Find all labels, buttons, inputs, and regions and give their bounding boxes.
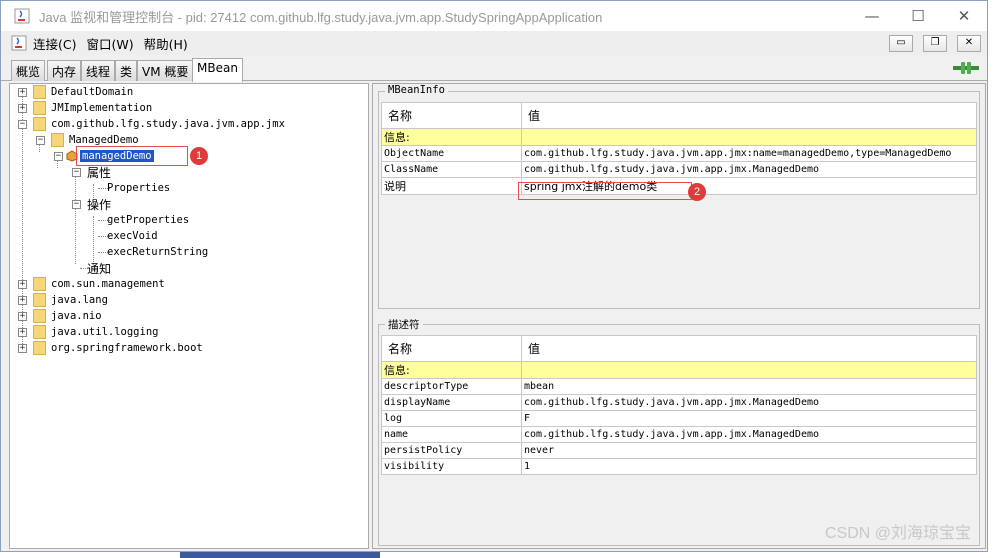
tree-operation-item[interactable]: getProperties	[107, 212, 189, 228]
background-taskbar-fragment	[180, 552, 380, 558]
table-header-row: 名称 值	[381, 102, 977, 129]
info-row: 信息:	[381, 361, 977, 379]
menu-connect[interactable]: 连接(C)	[33, 34, 76, 53]
collapse-icon[interactable]: −	[72, 199, 81, 209]
info-row: 信息:	[381, 128, 977, 146]
table-header-row: 名称 值	[381, 335, 977, 362]
folder-icon	[33, 85, 46, 99]
column-header-name: 名称	[381, 102, 522, 129]
watermark: CSDN @刘海琼宝宝	[824, 525, 971, 542]
menu-window[interactable]: 窗口(W)	[86, 34, 133, 53]
folder-icon	[33, 277, 46, 291]
maximize-button[interactable]: ☐	[895, 1, 941, 31]
tab-bar: 概览 内存 线程 类 VM 概要 MBean	[1, 57, 987, 82]
expand-icon[interactable]: +	[18, 103, 27, 113]
tab-vm-summary[interactable]: VM 概要	[137, 60, 194, 81]
expand-icon[interactable]: +	[18, 87, 27, 97]
tree-domain[interactable]: + JMImplementation	[18, 100, 152, 116]
folder-icon	[33, 101, 46, 115]
expand-icon[interactable]: +	[18, 311, 27, 321]
tree-operation-item[interactable]: execReturnString	[107, 244, 208, 260]
close-button[interactable]: ✕	[941, 1, 987, 31]
collapse-icon[interactable]: −	[36, 135, 45, 145]
tree-attributes[interactable]: − 属性	[72, 164, 111, 180]
title-bar: Java 监视和管理控制台 - pid: 27412 com.github.lf…	[1, 1, 987, 31]
expand-icon[interactable]: +	[18, 343, 27, 353]
inner-restore-button[interactable]: ❐	[923, 35, 947, 52]
window-title: Java 监视和管理控制台 - pid: 27412 com.github.lf…	[39, 9, 603, 25]
java-coffee-icon	[14, 8, 30, 24]
mbean-tree: + DefaultDomain + JMImplementation − com…	[9, 83, 369, 549]
mbean-detail-pane: MBeanInfo 名称 值 信息: ObjectName com.github…	[372, 83, 986, 549]
folder-icon	[33, 293, 46, 307]
tree-domain[interactable]: + java.nio	[18, 308, 102, 324]
inner-close-button[interactable]: ✕	[957, 35, 981, 52]
annotation-highlight-2	[518, 182, 692, 200]
table-row[interactable]: persistPolicy never	[381, 442, 977, 459]
tree-domain[interactable]: + com.sun.management	[18, 276, 165, 292]
tab-threads[interactable]: 线程	[81, 60, 116, 81]
table-row[interactable]: ObjectName com.github.lfg.study.java.jvm…	[381, 145, 977, 162]
tab-overview[interactable]: 概览	[11, 60, 46, 81]
descriptor-group: 描述符 名称 值 信息: descriptorType mbean displa…	[378, 317, 980, 546]
connection-status-icon	[953, 62, 979, 74]
tree-domain[interactable]: − com.github.lfg.study.java.jvm.app.jmx	[18, 116, 285, 132]
tree-attribute-item[interactable]: Properties	[107, 180, 170, 196]
collapse-icon[interactable]: −	[54, 151, 63, 161]
column-header-value: 值	[521, 335, 977, 362]
tree-domain[interactable]: + java.util.logging	[18, 324, 158, 340]
table-row[interactable]: visibility 1	[381, 458, 977, 475]
inner-minimize-button[interactable]: ▭	[889, 35, 913, 52]
tree-operations[interactable]: − 操作	[72, 196, 111, 212]
tab-mbean[interactable]: MBean	[192, 58, 243, 82]
mbeaninfo-title: MBeanInfo	[385, 84, 448, 96]
tree-domain[interactable]: + org.springframework.boot	[18, 340, 203, 356]
menu-bar: 连接(C) 窗口(W) 帮助(H)	[1, 31, 987, 55]
expand-icon[interactable]: +	[18, 279, 27, 289]
folder-icon	[33, 325, 46, 339]
column-header-name: 名称	[381, 335, 522, 362]
tree-notifications[interactable]: 通知	[87, 260, 111, 276]
folder-open-icon	[51, 133, 64, 147]
minimize-button[interactable]: —	[849, 1, 895, 31]
background-window-edge	[988, 0, 996, 558]
expand-icon[interactable]: +	[18, 295, 27, 305]
table-row[interactable]: displayName com.github.lfg.study.java.jv…	[381, 394, 977, 411]
java-coffee-icon	[11, 35, 27, 51]
annotation-badge-2: 2	[688, 183, 706, 201]
tree-domain[interactable]: + DefaultDomain	[18, 84, 133, 100]
column-header-value: 值	[521, 102, 977, 129]
table-row[interactable]: log F	[381, 410, 977, 427]
collapse-icon[interactable]: −	[18, 119, 27, 129]
expand-icon[interactable]: +	[18, 327, 27, 337]
annotation-badge-1: 1	[190, 147, 208, 165]
descriptor-table: 名称 值 信息: descriptorType mbean displayNam…	[381, 335, 977, 475]
tree-domain[interactable]: + java.lang	[18, 292, 108, 308]
descriptor-title: 描述符	[385, 317, 423, 332]
mbeaninfo-group: MBeanInfo 名称 值 信息: ObjectName com.github…	[378, 84, 980, 309]
menu-help[interactable]: 帮助(H)	[144, 34, 188, 53]
folder-open-icon	[33, 117, 46, 131]
tree-operation-item[interactable]: execVoid	[107, 228, 158, 244]
tab-memory[interactable]: 内存	[47, 60, 82, 81]
table-row[interactable]: name com.github.lfg.study.java.jvm.app.j…	[381, 426, 977, 443]
folder-icon	[33, 341, 46, 355]
tab-classes[interactable]: 类	[115, 60, 138, 81]
table-row[interactable]: descriptorType mbean	[381, 378, 977, 395]
table-row[interactable]: ClassName com.github.lfg.study.java.jvm.…	[381, 161, 977, 178]
jconsole-window: Java 监视和管理控制台 - pid: 27412 com.github.lf…	[0, 0, 988, 552]
folder-icon	[33, 309, 46, 323]
collapse-icon[interactable]: −	[72, 167, 81, 177]
